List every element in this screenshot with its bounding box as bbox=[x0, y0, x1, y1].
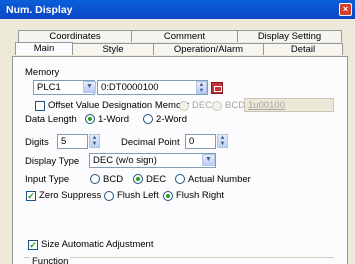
tab-display-setting[interactable]: Display Setting bbox=[237, 30, 342, 42]
data-length-1word-radio[interactable] bbox=[85, 114, 95, 124]
decimal-point-value: 0 bbox=[189, 136, 195, 147]
input-type-bcd-radio[interactable] bbox=[90, 174, 100, 184]
data-length-label: Data Length bbox=[25, 114, 77, 125]
offset-bcd-radio[interactable] bbox=[212, 101, 222, 111]
data-length-2word-label: 2-Word bbox=[156, 114, 187, 125]
input-type-actual-radio[interactable] bbox=[175, 174, 185, 184]
input-type-dec-radio[interactable] bbox=[133, 174, 143, 184]
offset-dec-label: DEC bbox=[192, 100, 213, 111]
memory-label: Memory bbox=[25, 67, 60, 78]
display-type-chevron-icon[interactable]: ▼ bbox=[202, 154, 215, 166]
offset-bcd-label: BCD bbox=[225, 100, 246, 111]
check-icon: ✓ bbox=[27, 191, 35, 201]
spin-arrows-icon[interactable]: ▲ ▼ bbox=[196, 81, 207, 94]
window-title: Num. Display bbox=[6, 4, 73, 16]
size-auto-checkbox[interactable]: ✓ bbox=[28, 240, 38, 250]
tab-main[interactable]: Main bbox=[15, 42, 73, 55]
input-type-actual-label: Actual Number bbox=[188, 174, 251, 185]
display-type-label: Display Type bbox=[25, 156, 80, 167]
input-type-dec-label: DEC bbox=[146, 174, 167, 185]
decimal-point-spin-icon[interactable]: ▲ ▼ bbox=[217, 134, 228, 148]
flush-right-radio[interactable] bbox=[163, 191, 173, 201]
close-button[interactable]: × bbox=[339, 3, 352, 16]
offset-dec-radio[interactable] bbox=[179, 101, 189, 111]
window-titlebar: Num. Display bbox=[0, 0, 355, 19]
tab-comment[interactable]: Comment bbox=[131, 30, 238, 42]
memory-picker-icon[interactable] bbox=[211, 82, 223, 94]
input-type-bcd-label: BCD bbox=[103, 174, 124, 185]
function-groupbox bbox=[24, 257, 334, 258]
tab-coordinates[interactable]: Coordinates bbox=[18, 30, 132, 42]
offset-checkbox[interactable] bbox=[35, 101, 45, 111]
input-type-label: Input Type bbox=[25, 174, 70, 185]
check-icon: ✓ bbox=[29, 240, 37, 250]
offset-address-value: 1u00100 bbox=[248, 100, 285, 111]
tab-style[interactable]: Style bbox=[72, 43, 154, 55]
zero-suppress-checkbox[interactable]: ✓ bbox=[26, 191, 36, 201]
offset-label: Offset Value Designation Memory bbox=[48, 100, 190, 111]
decimal-point-input[interactable]: 0 bbox=[185, 134, 216, 149]
display-type-value: DEC (w/o sign) bbox=[93, 155, 157, 166]
digits-label: Digits bbox=[25, 137, 49, 148]
decimal-point-label: Decimal Point bbox=[121, 137, 180, 148]
size-auto-label: Size Automatic Adjustment bbox=[41, 239, 154, 250]
tab-detail[interactable]: Detail bbox=[263, 43, 343, 55]
display-type-select[interactable]: DEC (w/o sign) bbox=[89, 153, 216, 168]
digits-spin-icon[interactable]: ▲ ▼ bbox=[89, 134, 100, 148]
digits-value: 5 bbox=[61, 136, 67, 147]
zero-suppress-label: Zero Suppress bbox=[39, 190, 102, 201]
flush-right-label: Flush Right bbox=[176, 190, 225, 201]
flush-left-radio[interactable] bbox=[104, 191, 114, 201]
data-length-1word-label: 1-Word bbox=[98, 114, 129, 125]
function-label: Function bbox=[30, 256, 71, 264]
flush-left-label: Flush Left bbox=[117, 190, 159, 201]
tab-operation-alarm[interactable]: Operation/Alarm bbox=[153, 43, 264, 55]
memory-address-field[interactable]: 0:DT0000100 bbox=[97, 80, 208, 95]
plc-select-value: PLC1 bbox=[37, 82, 61, 93]
offset-address-field[interactable]: 1u00100 bbox=[244, 98, 334, 112]
chevron-down-icon[interactable]: ▼ bbox=[83, 81, 96, 93]
memory-address-value: 0:DT0000100 bbox=[101, 82, 159, 93]
close-icon: × bbox=[342, 4, 349, 14]
data-length-2word-radio[interactable] bbox=[143, 114, 153, 124]
digits-input[interactable]: 5 bbox=[57, 134, 88, 149]
